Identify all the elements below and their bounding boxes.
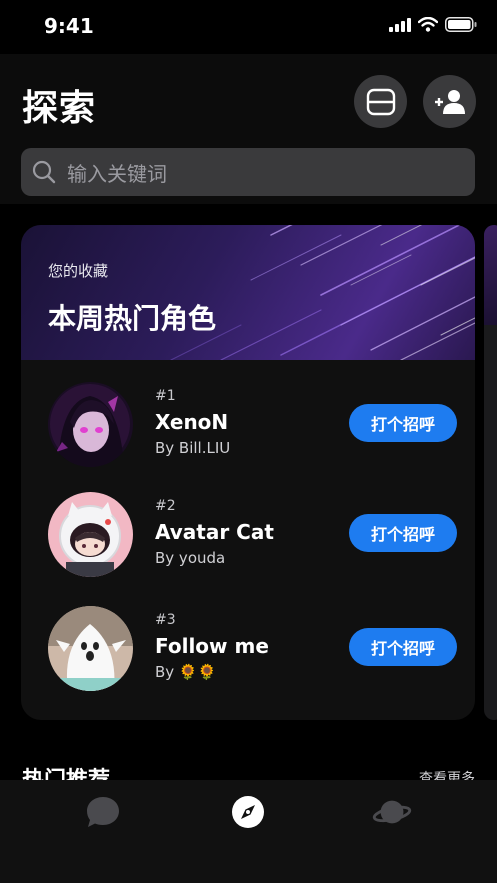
scan-icon [366,88,395,115]
meteor-pattern [170,225,475,360]
status-time: 9:41 [44,14,94,38]
status-bar: 9:41 [0,0,497,54]
character-row[interactable]: #2 Avatar Cat By youda 打个招呼 [21,492,475,582]
signal-icon [389,17,411,32]
scan-button[interactable] [354,75,407,128]
greet-button[interactable]: 打个招呼 [349,628,457,666]
search-icon [32,160,56,184]
status-icons [389,17,477,32]
rank-label: #3 [155,612,176,628]
battery-icon [445,17,477,32]
add-friend-icon [434,89,465,114]
card-banner: 您的收藏 本周热门角色 [21,225,475,360]
search-input[interactable]: 输入关键词 [21,148,475,196]
tab-bar [0,780,497,883]
character-row[interactable]: #1 XenoN By Bill.LIU 打个招呼 [21,382,475,472]
character-author: By 🌻🌻 [155,663,217,681]
avatar[interactable] [48,382,133,467]
character-name: Avatar Cat [155,520,274,544]
avatar[interactable] [48,492,133,577]
card-title: 本周热门角色 [48,302,217,335]
peek-banner [484,225,497,325]
next-card-peek[interactable] [484,225,497,720]
wifi-icon [418,17,438,32]
tab-discover[interactable] [228,792,268,832]
avatar[interactable] [48,606,133,691]
character-author: By Bill.LIU [155,439,231,457]
search-placeholder: 输入关键词 [67,161,167,186]
add-friend-button[interactable] [423,75,476,128]
rank-label: #1 [155,388,176,404]
hot-characters-card[interactable]: 您的收藏 本周热门角色 #1 XenoN By Bill.LIU 打个招呼 #2… [21,225,475,720]
compass-icon [232,796,264,828]
character-author: By youda [155,549,226,567]
chat-icon [87,797,119,827]
card-subtitle: 您的收藏 [48,262,109,280]
planet-icon [372,800,412,824]
greet-button[interactable]: 打个招呼 [349,404,457,442]
character-name: XenoN [155,410,229,434]
rank-label: #2 [155,498,176,514]
page-title: 探索 [22,88,97,129]
character-name: Follow me [155,634,269,658]
tab-planet[interactable] [372,792,412,832]
greet-button[interactable]: 打个招呼 [349,514,457,552]
tab-chat[interactable] [83,792,123,832]
header: 探索 输入关键词 [0,54,497,204]
character-row[interactable]: #3 Follow me By 🌻🌻 打个招呼 [21,606,475,696]
